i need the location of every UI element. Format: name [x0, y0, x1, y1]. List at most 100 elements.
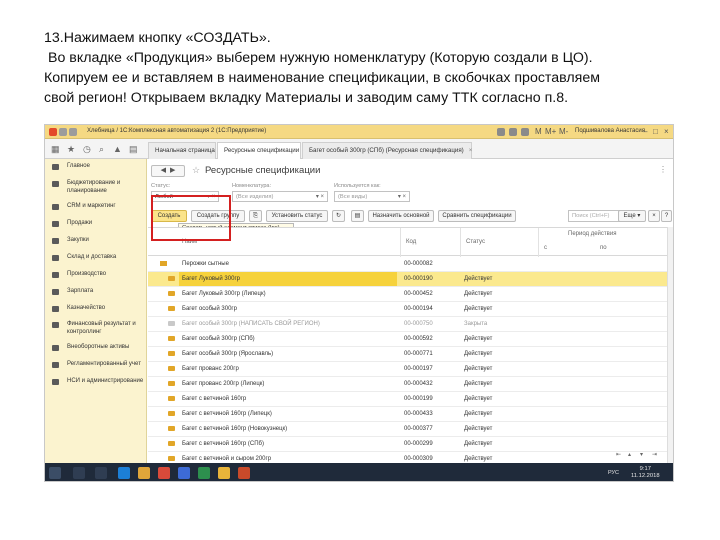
- help-button[interactable]: ?: [661, 210, 672, 222]
- column-period[interactable]: Период действия: [568, 231, 616, 237]
- memory-icon[interactable]: M: [535, 127, 542, 136]
- assets-icon: [52, 345, 59, 351]
- user-name[interactable]: Подшивалова Анастасия: [575, 128, 645, 134]
- used-as-filter-label: Используется как:: [334, 183, 381, 189]
- column-name[interactable]: Наим: [182, 239, 197, 245]
- cart-icon: [52, 221, 59, 227]
- star-icon[interactable]: [521, 128, 529, 136]
- first-page-icon[interactable]: ⇤: [616, 451, 621, 458]
- chevron-down-icon[interactable]: ▾ ×: [207, 193, 215, 200]
- create-button[interactable]: Создать: [151, 210, 187, 222]
- nomenclature-filter-field[interactable]: (Все изделия) ▾ ×: [232, 191, 328, 202]
- column-code[interactable]: Код: [406, 239, 416, 245]
- grid-menu-icon[interactable]: ▦: [51, 144, 60, 155]
- clock-icon[interactable]: [509, 128, 517, 136]
- system-clock[interactable]: 9:17 11.12.2018: [631, 466, 660, 480]
- explorer-icon[interactable]: [138, 467, 150, 479]
- table-row[interactable]: Багет Луковый 300гр (Липецк) 00-000452 Д…: [148, 287, 667, 302]
- set-main-button[interactable]: Назначить основной: [368, 210, 434, 222]
- table-row[interactable]: Багет с ветчиной 160гр (Новокузнецк) 00-…: [148, 422, 667, 437]
- column-to[interactable]: по: [600, 245, 607, 251]
- table-row[interactable]: Багет прованс 200гр 00-000197 Действует: [148, 362, 667, 377]
- print-icon[interactable]: ▤: [351, 210, 364, 222]
- item-icon: [168, 366, 175, 371]
- close-tab-icon[interactable]: ×: [469, 147, 473, 154]
- 1c-app-icon[interactable]: [218, 467, 230, 479]
- chart-icon: [52, 181, 59, 187]
- tab-resource-specs[interactable]: Ресурсные спецификации×: [217, 142, 308, 159]
- table-header: Наим Код Статус Период действия с по: [148, 227, 667, 257]
- item-icon: [168, 351, 175, 356]
- maximize-icon[interactable]: □: [653, 127, 658, 136]
- table-row[interactable]: Багет особый 300гр 00-000194 Действует: [148, 302, 667, 317]
- menu-icon[interactable]: [59, 128, 67, 136]
- tab-home-label: Начальная страница: [155, 147, 215, 154]
- search-clear-icon[interactable]: ×: [648, 210, 660, 222]
- history-icon[interactable]: [69, 128, 77, 136]
- copy-icon[interactable]: ⎘: [249, 210, 262, 222]
- tab-spec-document[interactable]: Багет особый 300гр (СПб) (Ресурсная спец…: [302, 142, 472, 159]
- tab-resource-specs-label: Ресурсные спецификации: [224, 147, 300, 154]
- search-icon[interactable]: ⌕: [99, 144, 104, 155]
- table-row[interactable]: Багет Луковый 300гр 00-000190 Действует: [148, 272, 667, 287]
- item-icon: [168, 321, 175, 326]
- table-row[interactable]: Багет особый 300гр (Ярославль) 00-000771…: [148, 347, 667, 362]
- table-row[interactable]: Багет особый 300гр (СПб) 00-000592 Дейст…: [148, 332, 667, 347]
- next-page-icon[interactable]: ▾: [640, 451, 643, 458]
- instruction-line-4: свой регион! Открываем вкладку Материалы…: [44, 90, 569, 106]
- chrome-icon[interactable]: [158, 467, 170, 479]
- chevron-down-icon[interactable]: ▾ ×: [316, 193, 324, 200]
- 1c-enterprise-icon[interactable]: [238, 467, 250, 479]
- table-row[interactable]: Багет с ветчиной 160гр (СПб) 00-000299 Д…: [148, 437, 667, 452]
- item-icon: [168, 396, 175, 401]
- table-group-row[interactable]: Перожки сытные 00-000082: [148, 257, 667, 272]
- create-group-button[interactable]: Создать группу: [191, 210, 245, 222]
- finance-icon: [52, 322, 59, 328]
- warehouse-icon: [52, 255, 59, 261]
- status-filter-field[interactable]: Любой ▾ ×: [151, 191, 219, 202]
- compare-specs-button[interactable]: Сравнить спецификации: [438, 210, 516, 222]
- window-list-icon[interactable]: ▤: [129, 144, 138, 155]
- column-status[interactable]: Статус: [466, 239, 485, 245]
- table-row[interactable]: Багет с ветчиной 160гр (Липецк) 00-00043…: [148, 407, 667, 422]
- start-icon[interactable]: [49, 467, 61, 479]
- table-row[interactable]: Багет особый 300гр (НАПИСАТЬ СВОЙ РЕГИОН…: [148, 317, 667, 332]
- used-as-filter-field[interactable]: (Все виды) ▾ ×: [334, 191, 410, 202]
- column-from[interactable]: с: [544, 245, 547, 251]
- language-indicator[interactable]: РУС: [608, 470, 619, 476]
- page-title: Ресурсные спецификации: [205, 165, 321, 176]
- table-row[interactable]: Багет с ветчиной 160гр 00-000199 Действу…: [148, 392, 667, 407]
- chevron-down-icon[interactable]: ▾ ×: [398, 193, 406, 200]
- table-scrollbar[interactable]: [667, 227, 673, 463]
- history-clock-icon[interactable]: ◷: [83, 144, 91, 155]
- item-icon: [168, 411, 175, 416]
- memory-plus-icon[interactable]: M+: [545, 127, 556, 136]
- bell-icon[interactable]: [497, 128, 505, 136]
- refresh-icon[interactable]: ↻: [332, 210, 345, 222]
- minimize-icon[interactable]: –: [643, 127, 647, 136]
- search-icon[interactable]: [73, 467, 85, 479]
- item-icon: [168, 276, 175, 281]
- instruction-line-1: 13.Нажимаем кнопку «СОЗДАТЬ».: [44, 30, 271, 46]
- excel-icon[interactable]: [198, 467, 210, 479]
- set-status-button[interactable]: Установить статус: [266, 210, 328, 222]
- edge-icon[interactable]: [118, 467, 130, 479]
- tab-home[interactable]: Начальная страница: [148, 142, 216, 159]
- nav-back-button[interactable]: ◀ ▶: [151, 165, 185, 177]
- favorite-star-icon[interactable]: ☆: [192, 165, 200, 176]
- task-view-icon[interactable]: [95, 467, 107, 479]
- prev-page-icon[interactable]: ▴: [628, 451, 631, 458]
- memory-minus-icon[interactable]: M-: [559, 127, 568, 136]
- more-button[interactable]: Еще ▾: [618, 210, 646, 222]
- instruction-text: 13.Нажимаем кнопку «СОЗДАТЬ». Во вкладке…: [44, 28, 684, 108]
- bell-icon[interactable]: ▲: [113, 144, 122, 154]
- table-row[interactable]: Багет прованс 200гр (Липецк) 00-000432 Д…: [148, 377, 667, 392]
- outlook-icon[interactable]: [178, 467, 190, 479]
- favorites-icon[interactable]: ★: [67, 144, 75, 155]
- windows-taskbar: РУС 9:17 11.12.2018: [45, 463, 673, 481]
- last-page-icon[interactable]: ⇥: [652, 451, 657, 458]
- close-icon[interactable]: ×: [664, 127, 669, 136]
- more-options-icon[interactable]: ⋮: [659, 165, 667, 174]
- settings-icon: [52, 379, 59, 385]
- menu-icon: [52, 164, 59, 170]
